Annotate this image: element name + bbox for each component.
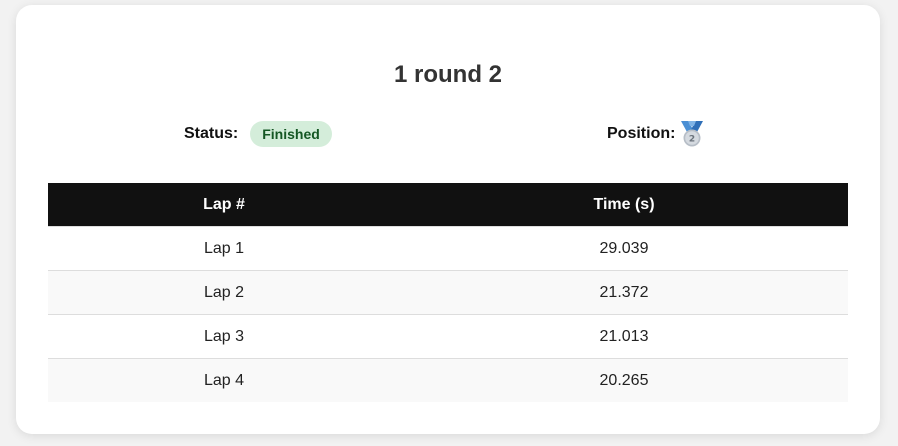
time-cell: 29.039 [400, 226, 848, 271]
lap-cell: Lap 3 [48, 314, 400, 359]
time-cell: 21.372 [400, 270, 848, 315]
status-badge: Finished [250, 121, 332, 147]
header-lap-number: Lap # [48, 183, 400, 227]
status-label: Status: [184, 125, 239, 142]
lap-cell: Lap 1 [48, 226, 400, 271]
result-card: 1 round 2 Status: Finished Position: 2 L… [16, 5, 880, 434]
time-cell: 20.265 [400, 358, 848, 402]
page-title: 1 round 2 [393, 61, 502, 88]
status-row: Status: Finished [184, 121, 332, 147]
table-row: Lap 2 21.372 [48, 270, 848, 315]
laps-table: Lap # Time (s) Lap 1 29.039 Lap 2 21.372… [48, 183, 848, 402]
table-header-row: Lap # Time (s) [48, 183, 848, 227]
table-row: Lap 3 21.013 [48, 314, 848, 359]
table-row: Lap 4 20.265 [48, 358, 848, 402]
table-row: Lap 1 29.039 [48, 226, 848, 271]
second-place-medal-icon: 2 [681, 121, 704, 147]
lap-cell: Lap 4 [48, 358, 400, 402]
header-time: Time (s) [400, 183, 848, 227]
position-value: 2 [689, 135, 695, 145]
time-cell: 21.013 [400, 314, 848, 359]
position-row: Position: 2 [607, 120, 705, 148]
position-label: Position: [607, 125, 676, 142]
lap-cell: Lap 2 [48, 270, 400, 315]
